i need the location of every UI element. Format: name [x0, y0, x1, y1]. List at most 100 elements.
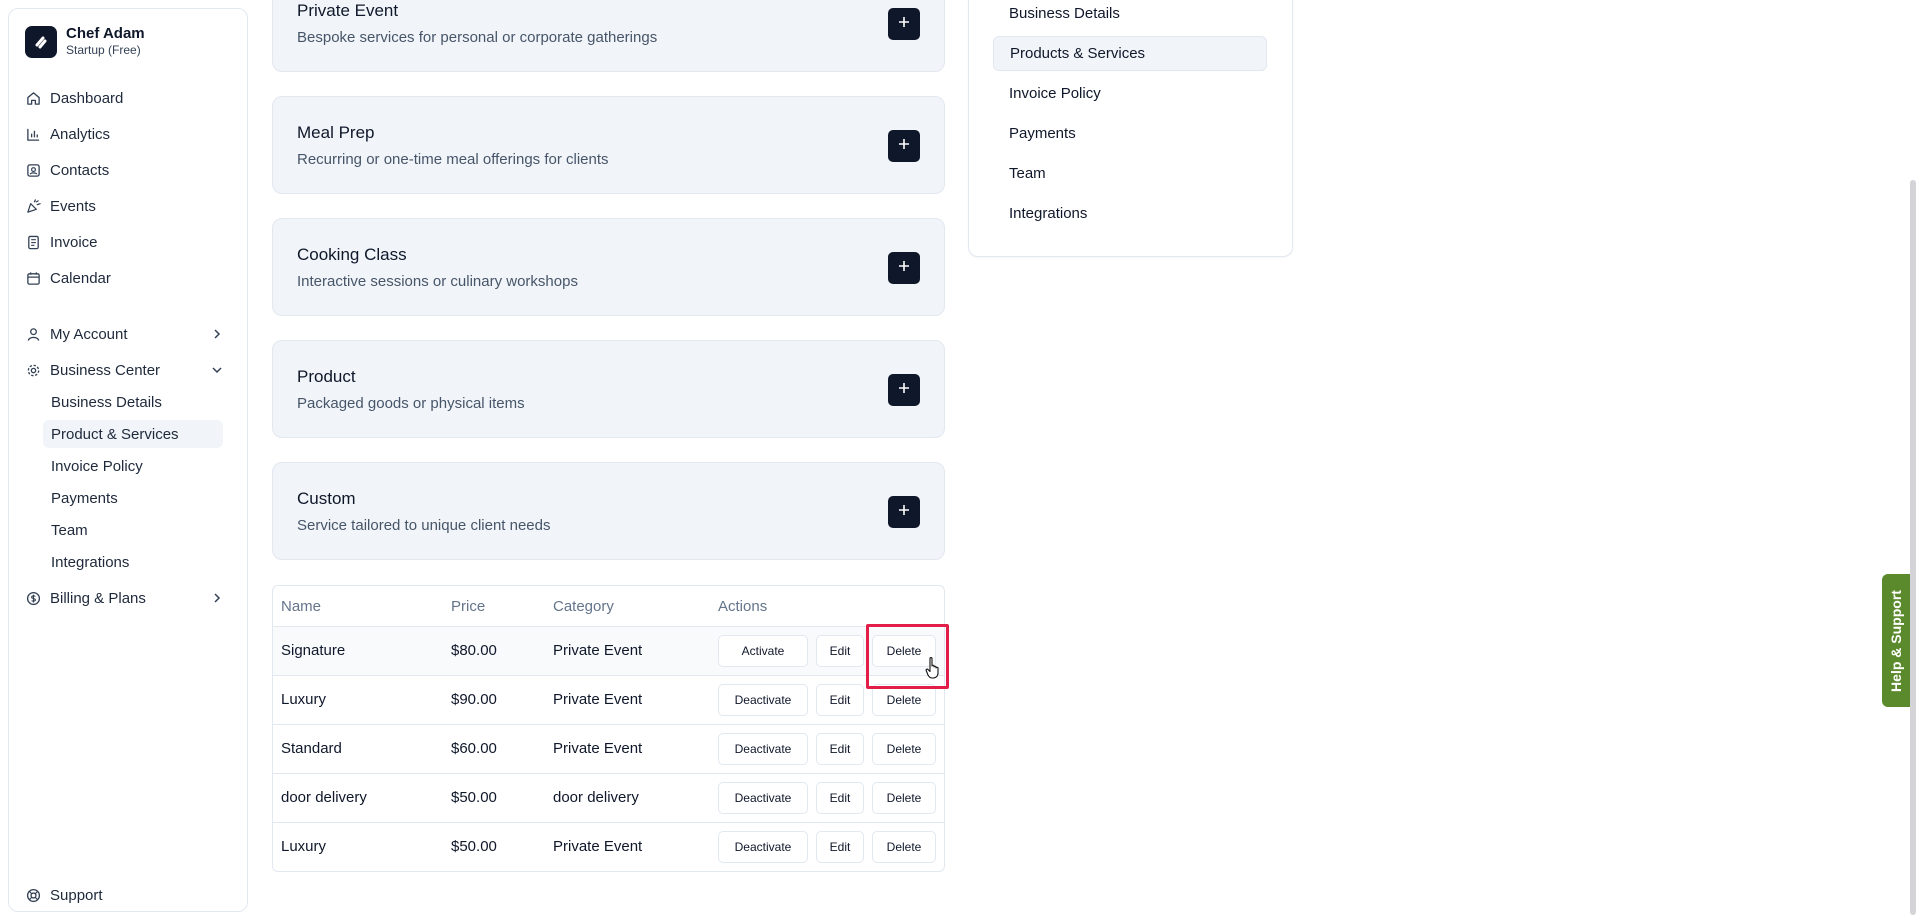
add-private-event-button[interactable]: [888, 8, 920, 40]
sidebar-item-label: Calendar: [50, 269, 111, 287]
edit-button[interactable]: Edit: [816, 831, 864, 863]
plus-icon: [897, 15, 911, 34]
table-row: door delivery $50.00 door delivery Deact…: [273, 773, 944, 822]
sub-item-team[interactable]: Team: [43, 516, 223, 544]
deactivate-button[interactable]: Deactivate: [718, 684, 808, 716]
delete-button[interactable]: Delete: [872, 831, 936, 863]
help-support-label: Help & Support: [1888, 589, 1905, 692]
settings-nav-payments[interactable]: Payments: [993, 116, 1267, 151]
settings-nav-integrations[interactable]: Integrations: [993, 196, 1267, 231]
row-category: Private Event: [553, 691, 643, 708]
edit-button[interactable]: Edit: [816, 782, 864, 814]
card-title: Meal Prep: [297, 123, 375, 142]
row-name: door delivery: [281, 789, 367, 806]
category-card-meal-prep: Meal Prep Recurring or one-time meal off…: [272, 96, 945, 194]
category-card-cooking-class: Cooking Class Interactive sessions or cu…: [272, 218, 945, 316]
page-scrollbar[interactable]: [1910, 180, 1916, 915]
sidebar-item-label: Contacts: [50, 161, 110, 179]
settings-nav-products-services[interactable]: Products & Services: [993, 36, 1267, 71]
activate-button[interactable]: Activate: [718, 635, 808, 667]
category-card-custom: Custom Service tailored to unique client…: [272, 462, 945, 560]
chevron-right-icon: [209, 590, 225, 606]
category-card-private-event: Private Event Bespoke services for perso…: [272, 0, 945, 72]
card-title: Private Event: [297, 1, 399, 20]
table-row: Signature $80.00 Private Event Activate …: [273, 626, 944, 675]
row-name: Standard: [281, 740, 342, 757]
sidebar-item-label: Dashboard: [50, 89, 124, 107]
party-popper-icon: [25, 198, 41, 214]
row-category: Private Event: [553, 642, 643, 659]
sub-item-product-services[interactable]: Product & Services: [43, 420, 223, 448]
sidebar-item-invoice[interactable]: Invoice: [25, 228, 237, 256]
card-title: Custom: [297, 489, 356, 508]
edit-button[interactable]: Edit: [816, 635, 864, 667]
sidebar-item-label: My Account: [50, 325, 128, 343]
calendar-icon: [25, 270, 41, 286]
sub-item-invoice-policy[interactable]: Invoice Policy: [43, 452, 223, 480]
row-category: Private Event: [553, 740, 643, 757]
add-custom-button[interactable]: [888, 496, 920, 528]
sidebar-item-dashboard[interactable]: Dashboard: [25, 84, 237, 112]
lifebuoy-icon: [25, 887, 41, 903]
column-header-actions: Actions: [718, 598, 768, 615]
sidebar: Chef Adam Startup (Free) Dashboard Analy…: [8, 8, 248, 912]
bar-chart-icon: [25, 126, 41, 142]
sub-item-payments[interactable]: Payments: [43, 484, 223, 512]
category-card-product: Product Packaged goods or physical items: [272, 340, 945, 438]
card-description: Bespoke services for personal or corpora…: [297, 29, 658, 46]
brand-logo-icon: [25, 25, 57, 58]
add-product-button[interactable]: [888, 374, 920, 406]
help-support-tab[interactable]: Help & Support: [1882, 574, 1910, 707]
settings-nav-panel: Business Details Products & Services Inv…: [968, 0, 1293, 257]
row-price: $50.00: [451, 838, 497, 855]
hand-cursor-icon: [925, 656, 943, 680]
deactivate-button[interactable]: Deactivate: [718, 782, 808, 814]
chevron-right-icon: [209, 326, 225, 342]
column-header-category: Category: [553, 598, 614, 615]
sidebar-item-contacts[interactable]: Contacts: [25, 156, 237, 184]
row-category: Private Event: [553, 838, 643, 855]
sidebar-item-my-account[interactable]: My Account: [25, 320, 237, 348]
gear-icon: [25, 362, 41, 378]
sidebar-item-support[interactable]: Support: [25, 881, 237, 909]
brand-name: Chef Adam: [66, 25, 145, 42]
row-price: $50.00: [451, 789, 497, 806]
card-title: Product: [297, 367, 356, 386]
settings-nav-business-details[interactable]: Business Details: [993, 0, 1267, 31]
row-name: Signature: [281, 642, 346, 659]
plus-icon: [897, 137, 911, 156]
row-price: $80.00: [451, 642, 497, 659]
delete-button[interactable]: Delete: [872, 733, 936, 765]
document-icon: [25, 234, 41, 250]
brand[interactable]: Chef Adam Startup (Free): [25, 25, 145, 58]
card-description: Interactive sessions or culinary worksho…: [297, 273, 578, 290]
home-icon: [25, 90, 41, 106]
sidebar-item-business-center[interactable]: Business Center: [25, 356, 237, 384]
add-meal-prep-button[interactable]: [888, 130, 920, 162]
products-table: Name Price Category Actions Signature $8…: [272, 585, 945, 872]
sidebar-item-events[interactable]: Events: [25, 192, 237, 220]
add-cooking-class-button[interactable]: [888, 252, 920, 284]
card-description: Service tailored to unique client needs: [297, 517, 551, 534]
column-header-name: Name: [281, 598, 322, 615]
column-header-price: Price: [451, 598, 486, 615]
edit-button[interactable]: Edit: [816, 733, 864, 765]
delete-button[interactable]: Delete: [872, 782, 936, 814]
settings-nav-team[interactable]: Team: [993, 156, 1267, 191]
row-name: Luxury: [281, 691, 327, 708]
deactivate-button[interactable]: Deactivate: [718, 733, 808, 765]
edit-button[interactable]: Edit: [816, 684, 864, 716]
sidebar-item-calendar[interactable]: Calendar: [25, 264, 237, 292]
sub-item-integrations[interactable]: Integrations: [43, 548, 223, 576]
deactivate-button[interactable]: Deactivate: [718, 831, 808, 863]
sidebar-item-billing[interactable]: Billing & Plans: [25, 584, 237, 612]
sidebar-item-analytics[interactable]: Analytics: [25, 120, 237, 148]
user-icon: [25, 326, 41, 342]
dollar-circle-icon: [25, 590, 41, 606]
settings-nav-invoice-policy[interactable]: Invoice Policy: [993, 76, 1267, 111]
sidebar-item-label: Billing & Plans: [50, 589, 146, 607]
brand-plan: Startup (Free): [66, 43, 141, 57]
sidebar-item-label: Invoice: [50, 233, 98, 251]
sub-item-business-details[interactable]: Business Details: [43, 388, 223, 416]
plus-icon: [897, 503, 911, 522]
